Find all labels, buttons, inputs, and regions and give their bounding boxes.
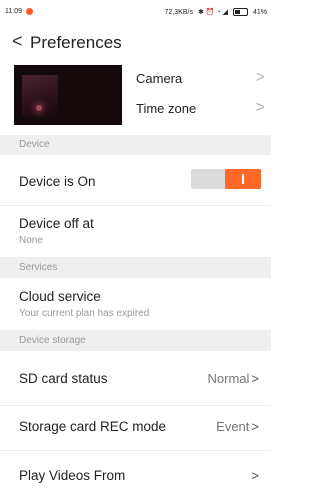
section-label: Device storage bbox=[19, 335, 86, 346]
chevron-right-icon: > bbox=[251, 468, 259, 483]
camera-label: Camera bbox=[136, 71, 183, 86]
play-videos-label: Play Videos From bbox=[19, 468, 126, 483]
back-icon[interactable]: < bbox=[12, 32, 23, 50]
battery-level: 41% bbox=[252, 8, 267, 16]
rec-mode-value: Event > bbox=[216, 419, 259, 434]
sd-card-status-row[interactable]: SD card status Normal > bbox=[0, 351, 271, 406]
play-videos-value: > bbox=[249, 468, 259, 483]
device-power-toggle[interactable] bbox=[191, 169, 261, 189]
notification-dot-icon bbox=[26, 8, 33, 15]
cloud-service-label: Cloud service bbox=[19, 289, 101, 304]
page-title: Preferences bbox=[30, 33, 122, 52]
app-header: < Preferences bbox=[0, 25, 271, 58]
time-zone-row[interactable]: Time zone > bbox=[136, 94, 271, 124]
device-off-at-row[interactable]: Device off at None bbox=[0, 205, 271, 258]
device-off-at-label: Device off at bbox=[19, 216, 94, 231]
section-label: Services bbox=[19, 262, 58, 273]
section-header-device: Device bbox=[0, 135, 271, 155]
battery-icon bbox=[232, 8, 248, 16]
section-header-services: Services bbox=[0, 258, 271, 278]
status-icons: ✱ ⏰ ◔ ◢ bbox=[197, 9, 228, 16]
toggle-knob bbox=[225, 169, 261, 189]
device-on-label: Device is On bbox=[19, 174, 96, 189]
camera-thumbnail[interactable] bbox=[14, 65, 122, 125]
sd-card-status-label: SD card status bbox=[19, 371, 108, 386]
sd-card-status-value: Normal > bbox=[208, 371, 260, 386]
network-speed: 72,3KB/s bbox=[164, 8, 193, 16]
device-off-at-value: None bbox=[19, 235, 43, 246]
chevron-right-icon: > bbox=[251, 419, 259, 434]
rec-mode-label: Storage card REC mode bbox=[19, 419, 167, 434]
chevron-right-icon: > bbox=[251, 371, 259, 386]
section-label: Device bbox=[19, 139, 50, 150]
camera-row[interactable]: Camera > bbox=[136, 64, 271, 94]
chevron-right-icon: > bbox=[255, 69, 265, 86]
cloud-service-status: Your current plan has expired bbox=[19, 308, 150, 319]
time-zone-label: Time zone bbox=[136, 101, 197, 116]
rec-mode-text: Event bbox=[216, 419, 250, 434]
device-on-row: Device is On bbox=[0, 155, 271, 206]
cloud-service-row[interactable]: Cloud service Your current plan has expi… bbox=[0, 278, 271, 331]
rec-mode-row[interactable]: Storage card REC mode Event > bbox=[0, 406, 271, 451]
status-time: 11:09 bbox=[5, 8, 22, 15]
status-right: 72,3KB/s ✱ ⏰ ◔ ◢ 41% bbox=[165, 8, 267, 16]
chevron-right-icon: > bbox=[255, 99, 265, 116]
section-header-storage: Device storage bbox=[0, 331, 271, 351]
status-bar: 11:09 72,3KB/s ✱ ⏰ ◔ ◢ 41% bbox=[0, 0, 271, 25]
sd-card-status-text: Normal bbox=[207, 371, 250, 386]
play-videos-row[interactable]: Play Videos From > bbox=[0, 451, 271, 491]
camera-block: Camera > Time zone > bbox=[0, 58, 271, 135]
